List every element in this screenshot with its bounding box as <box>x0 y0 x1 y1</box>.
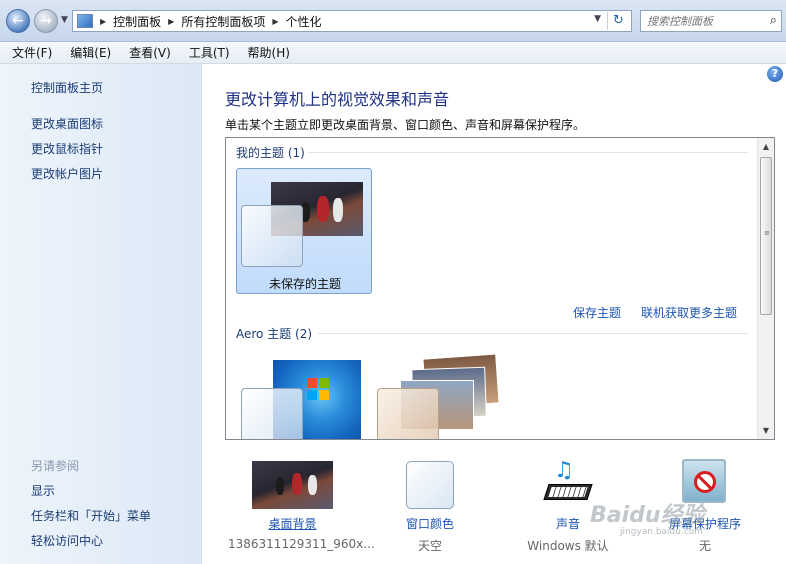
theme-list-scrollbar[interactable]: ▲ ≡ ▼ <box>757 138 774 439</box>
window-color-value: 天空 <box>417 539 442 553</box>
scroll-down-icon[interactable]: ▼ <box>758 422 774 439</box>
menu-help[interactable]: 帮助(H) <box>242 44 296 61</box>
chevron-right-icon[interactable]: ▶ <box>100 17 106 26</box>
refresh-icon[interactable]: ↻ <box>607 12 629 30</box>
control-panel-icon <box>77 14 93 28</box>
search-box[interactable]: ⌕ <box>640 10 782 32</box>
desktop-background-value: 1386311129311_960x... <box>228 537 375 551</box>
menu-view[interactable]: 查看(V) <box>123 44 177 61</box>
window-color-link[interactable]: 窗口颜色 <box>394 515 466 532</box>
menu-bar: 文件(F) 编辑(E) 查看(V) 工具(T) 帮助(H) <box>0 42 786 64</box>
breadcrumb-personalization[interactable]: 个性化 <box>286 13 322 30</box>
sidebar-change-desktop-icons[interactable]: 更改桌面图标 <box>31 115 103 132</box>
search-input[interactable] <box>647 11 757 31</box>
page-subtitle: 单击某个主题立即更改桌面背景、窗口颜色、声音和屏幕保护程序。 <box>225 118 586 132</box>
scroll-up-icon[interactable]: ▲ <box>758 138 774 155</box>
chevron-right-icon[interactable]: ▶ <box>168 17 174 26</box>
help-icon[interactable]: ? <box>767 66 783 82</box>
menu-edit[interactable]: 编辑(E) <box>64 44 117 61</box>
page-title: 更改计算机上的视觉效果和声音 <box>225 90 450 109</box>
sidebar-ease-of-access[interactable]: 轻松访问中心 <box>31 532 103 549</box>
breadcrumb-control-panel[interactable]: 控制面板 <box>113 13 161 30</box>
piano-keys <box>548 487 588 497</box>
theme-unsaved[interactable]: 未保存的主题 <box>236 168 372 294</box>
breadcrumb-all-items[interactable]: 所有控制面板项 <box>181 13 265 30</box>
screen-saver-value: 无 <box>698 539 711 553</box>
sounds-icon[interactable]: ♫ <box>543 458 594 510</box>
address-bar: ← → ▼ ▶ 控制面板 ▶ 所有控制面板项 ▶ 个性化 ▼ ↻ ⌕ <box>0 0 786 42</box>
back-button[interactable]: ← <box>6 9 30 33</box>
player-figure <box>308 475 317 495</box>
windows-logo-icon <box>307 378 329 400</box>
menu-file[interactable]: 文件(F) <box>6 44 58 61</box>
window-glass-preview <box>241 205 303 267</box>
piano-keyboard-icon <box>543 484 593 500</box>
baidu-watermark: Baidu经验 <box>590 503 705 528</box>
window-glass-preview <box>241 388 303 439</box>
forward-button[interactable]: → <box>34 9 58 33</box>
forward-arrow-icon: → <box>40 13 52 29</box>
recent-pages-dropdown-icon[interactable]: ▼ <box>61 15 68 25</box>
no-screensaver-icon <box>694 471 716 493</box>
path-box[interactable]: ▶ 控制面板 ▶ 所有控制面板项 ▶ 个性化 ▼ ↻ <box>72 10 632 32</box>
group-divider <box>308 152 748 153</box>
aero-themes-header: Aero 主题 (2) <box>236 327 313 341</box>
save-theme-link[interactable]: 保存主题 <box>573 304 621 321</box>
sounds-value: Windows 默认 <box>527 539 609 553</box>
desktop-background-link[interactable]: 桌面背景 <box>252 515 333 532</box>
sidebar-change-mouse-pointers[interactable]: 更改鼠标指针 <box>31 140 103 157</box>
search-icon[interactable]: ⌕ <box>770 13 777 28</box>
baidu-watermark-url: jingyan.baidu.com <box>620 527 704 537</box>
window-color-icon[interactable] <box>406 461 454 509</box>
window-glass-preview <box>377 388 439 439</box>
grip-icon: ≡ <box>764 229 770 237</box>
see-also-heading: 另请参阅 <box>31 459 80 473</box>
sidebar: 控制面板主页 更改桌面图标 更改鼠标指针 更改帐户图片 另请参阅 显示 任务栏和… <box>0 64 202 564</box>
desktop-background-thumbnail[interactable] <box>252 461 333 509</box>
sidebar-control-panel-home[interactable]: 控制面板主页 <box>31 79 103 96</box>
sidebar-change-account-picture[interactable]: 更改帐户图片 <box>31 165 103 182</box>
player-figure <box>276 477 284 495</box>
scrollbar-thumb[interactable]: ≡ <box>760 157 772 315</box>
sidebar-display[interactable]: 显示 <box>31 482 55 499</box>
back-arrow-icon: ← <box>12 13 24 29</box>
slash-mark <box>696 473 713 491</box>
group-divider <box>318 333 748 334</box>
sidebar-taskbar-start-menu[interactable]: 任务栏和「开始」菜单 <box>31 507 151 524</box>
music-note-icon: ♫ <box>554 458 574 483</box>
menu-tools[interactable]: 工具(T) <box>183 44 236 61</box>
player-figure <box>317 196 329 222</box>
path-dropdown-icon[interactable]: ▼ <box>594 14 601 24</box>
theme-unsaved-label: 未保存的主题 <box>268 277 341 291</box>
chevron-right-icon[interactable]: ▶ <box>272 17 278 26</box>
get-more-themes-link[interactable]: 联机获取更多主题 <box>641 304 737 321</box>
my-themes-header: 我的主题 (1) <box>236 146 305 160</box>
player-figure <box>333 198 343 222</box>
player-figure <box>292 473 302 495</box>
theme-list: 我的主题 (1) 未保存的主题 保存主题 联机获取更多主题 Aero 主题 (2… <box>225 137 775 440</box>
